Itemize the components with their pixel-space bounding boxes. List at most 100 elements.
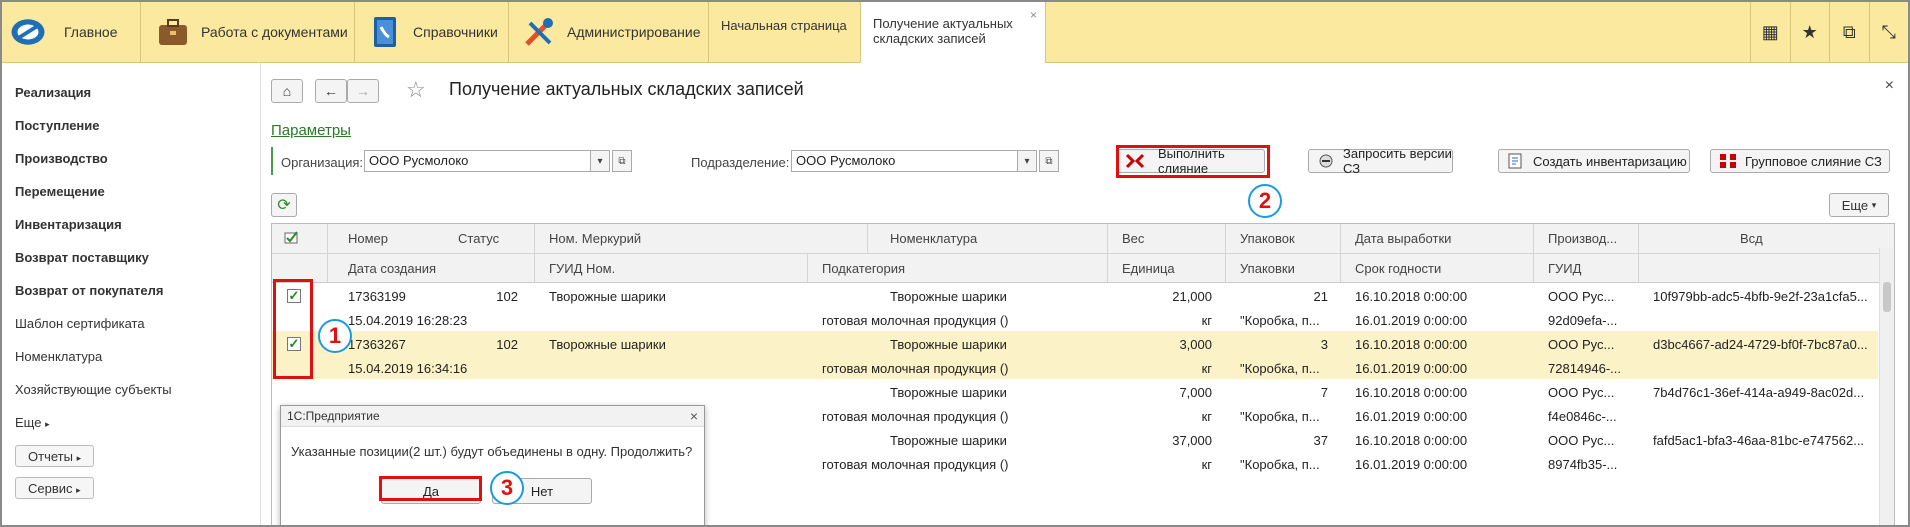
more-button[interactable]: Еще ▾ [1829, 193, 1889, 217]
col-created[interactable]: Дата создания [348, 261, 436, 276]
sidebar-item-return-customer[interactable]: Возврат от покупателя [15, 283, 163, 298]
inventory-label: Создать инвентаризацию [1533, 153, 1687, 169]
caret-right-icon: ▸ [76, 453, 82, 463]
annotation-box-merge [1116, 145, 1270, 178]
star-icon[interactable]: ★ [1789, 2, 1830, 62]
tab-close-icon[interactable]: × [1030, 8, 1037, 22]
section-directories[interactable]: Справочники [354, 2, 507, 62]
cell-made: 16.10.2018 0:00:00 [1355, 289, 1468, 304]
dialog-close-icon[interactable]: × [690, 406, 698, 426]
page-title: Получение актуальных складских записей [449, 79, 804, 99]
col-nomenclature[interactable]: Номенклатура [890, 231, 977, 246]
table-row[interactable]: ✓ 17363199 102 Творожные шарики Творожны… [272, 283, 1878, 331]
col-unit[interactable]: Единица [1122, 261, 1175, 276]
tab-label-line2: складских записей [873, 31, 986, 46]
forward-button[interactable]: → [347, 79, 379, 103]
col-producer[interactable]: Производ... [1548, 231, 1617, 246]
col-weight[interactable]: Вес [1122, 231, 1144, 246]
service-button[interactable]: Сервис ▸ [15, 477, 94, 499]
dept-field[interactable]: ООО Русмолоко [791, 150, 1018, 172]
cell-guid: 72814946-... [1548, 361, 1622, 376]
cell-status: 102 [496, 289, 518, 304]
request-label: Запросить версии СЗ [1343, 146, 1452, 176]
sidebar-item-certificate[interactable]: Шаблон сертификата [15, 316, 145, 331]
cell-packs: 21 [1313, 289, 1328, 304]
home-section[interactable]: Главное [10, 2, 118, 62]
cell-producer: ООО Рус... [1548, 289, 1615, 304]
col-divider [1638, 224, 1639, 282]
top-bar: Главное Работа с документами Справочники… [2, 2, 1908, 63]
reports-button[interactable]: Отчеты ▸ [15, 445, 95, 467]
select-all-icon[interactable] [284, 230, 300, 247]
sidebar-item-transfer[interactable]: Перемещение [15, 184, 105, 199]
sidebar-item-receipt[interactable]: Поступление [15, 118, 100, 133]
history-icon[interactable]: ⧉ [1829, 2, 1869, 62]
cell-producer: ООО Рус... [1548, 433, 1615, 448]
col-pack-type[interactable]: Упаковки [1240, 261, 1295, 276]
dropdown-icon[interactable]: ▾ [590, 150, 610, 172]
open-icon[interactable]: ⧉ [612, 150, 632, 172]
apps-grid-icon[interactable]: ▦ [1750, 2, 1790, 62]
sidebar-item-nomenclature[interactable]: Номенклатура [15, 349, 102, 364]
scrollbar-thumb[interactable] [1883, 282, 1891, 312]
col-divider [1107, 224, 1108, 282]
tab-start-page[interactable]: Начальная страница [708, 2, 860, 62]
annotation-marker-3: 3 [490, 471, 524, 505]
home-button[interactable]: ⌂ [271, 79, 303, 103]
request-versions-button[interactable]: Запросить версии СЗ [1308, 146, 1453, 176]
sidebar-item-sales[interactable]: Реализация [15, 85, 91, 100]
dept-label: Подразделение: [691, 155, 790, 170]
dialog-title-bar: 1С:Предприятие × [281, 406, 704, 427]
sidebar-more-label: Еще [15, 415, 42, 430]
cell-vsd: d3bc4667-ad24-4729-bf0f-7bc87a0... [1653, 337, 1868, 352]
open-icon[interactable]: ⧉ [1039, 150, 1059, 172]
cell-nom: Творожные шарики [890, 289, 1007, 304]
org-field[interactable]: ООО Русмолоко [364, 150, 591, 172]
tools-icon [521, 14, 557, 50]
menu-arrow-icon[interactable]: ⤡ [1868, 2, 1909, 62]
col-production-date[interactable]: Дата выработки [1355, 231, 1451, 246]
col-guid[interactable]: ГУИД [1548, 261, 1581, 276]
back-button[interactable]: ← [315, 79, 347, 103]
cell-guid: 92d09efa-... [1548, 313, 1618, 328]
col-subcategory[interactable]: Подкатегория [822, 261, 905, 276]
create-inventory-button[interactable]: Создать инвентаризацию [1498, 149, 1690, 173]
sidebar-item-return-supplier[interactable]: Возврат поставщику [15, 250, 149, 265]
sidebar: Реализация Поступление Производство Пере… [2, 63, 261, 525]
col-status[interactable]: Статус [458, 231, 499, 246]
col-divider [807, 253, 808, 282]
col-packs[interactable]: Упаковок [1240, 231, 1295, 246]
cell-made: 16.10.2018 0:00:00 [1355, 337, 1468, 352]
cell-pack-type: "Коробка, п... [1240, 313, 1320, 328]
sidebar-item-more[interactable]: Еще ▸ [15, 415, 50, 430]
cell-subcat: готовая молочная продукция () [822, 361, 1009, 376]
cell-packs: 7 [1320, 385, 1328, 400]
cell-expires: 16.01.2019 0:00:00 [1355, 361, 1468, 376]
col-guid-nom[interactable]: ГУИД Ном. [549, 261, 615, 276]
cell-weight: 37,000 [1172, 433, 1212, 448]
tab-current[interactable]: Получение актуальных складских записей × [860, 2, 1046, 63]
cell-nom: Творожные шарики [890, 385, 1007, 400]
sidebar-item-entities[interactable]: Хозяйствующие субъекты [15, 382, 172, 397]
table-scrollbar[interactable] [1879, 248, 1894, 525]
sidebar-item-inventory[interactable]: Инвентаризация [15, 217, 122, 232]
caret-right-icon: ▸ [76, 485, 81, 495]
col-number[interactable]: Номер [348, 231, 388, 246]
favorite-star-icon[interactable]: ☆ [406, 77, 426, 103]
table-row[interactable]: ✓ 17363267 102 Творожные шарики Творожны… [272, 331, 1878, 379]
dropdown-icon[interactable]: ▾ [1017, 150, 1037, 172]
cell-status: 102 [496, 337, 518, 352]
col-vsd[interactable]: Всд [1740, 231, 1763, 246]
table-header: Номер Статус Ном. Меркурий Номенклатура … [272, 224, 1894, 283]
col-mercury-nom[interactable]: Ном. Меркурий [549, 231, 641, 246]
annotation-marker-1: 1 [318, 319, 352, 353]
close-form-icon[interactable]: × [1885, 77, 1894, 95]
request-icon [1317, 153, 1335, 169]
col-expiry[interactable]: Срок годности [1355, 261, 1441, 276]
refresh-button[interactable]: ⟳ [271, 193, 297, 217]
sidebar-item-production[interactable]: Производство [15, 151, 108, 166]
group-merge-button[interactable]: Групповое слияние СЗ [1710, 149, 1890, 173]
section-admin[interactable]: Администрирование [508, 2, 715, 62]
parameters-link[interactable]: Параметры [271, 122, 351, 139]
section-documents[interactable]: Работа с документами [140, 2, 369, 62]
